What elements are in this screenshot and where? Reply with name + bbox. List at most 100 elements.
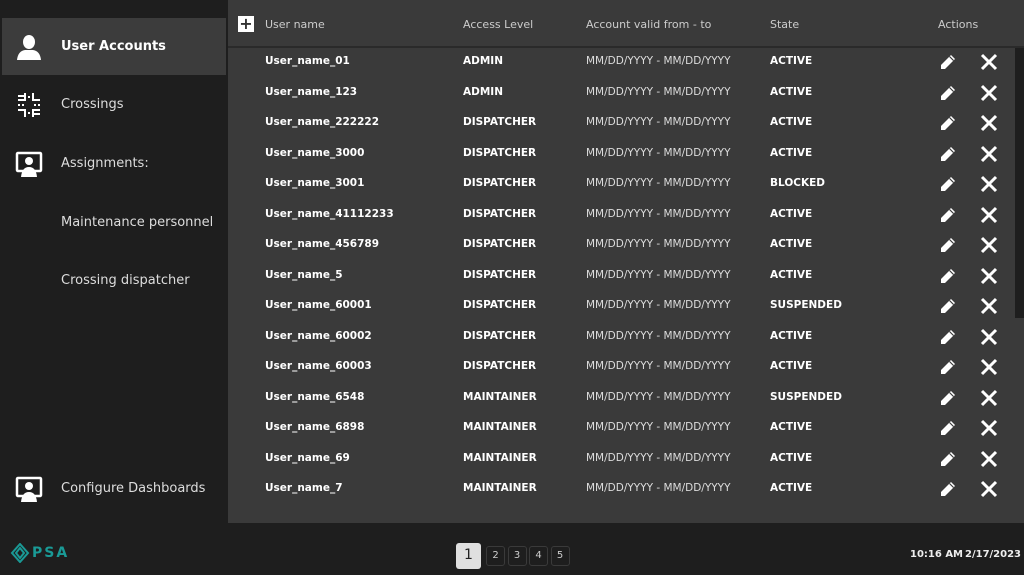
access-level-cell: DISPATCHER — [463, 268, 537, 281]
username-cell: User_name_41112233 — [265, 207, 394, 220]
edit-pencil-icon[interactable] — [938, 327, 958, 347]
sidebar-item-maintenance-personnel[interactable]: Maintenance personnel — [2, 194, 226, 251]
valid-range-cell: MM/DD/YYYY - MM/DD/YYYY — [586, 268, 731, 281]
valid-range-cell: MM/DD/YYYY - MM/DD/YYYY — [586, 390, 731, 403]
username-cell: User_name_3001 — [265, 177, 365, 189]
delete-x-icon[interactable] — [979, 174, 999, 194]
sidebar-item-assignments: Assignments: — [2, 135, 226, 192]
sidebar-item-crossings[interactable]: Crossings — [2, 76, 226, 133]
state-cell: BLOCKED — [770, 177, 825, 189]
state-cell: ACTIVE — [770, 146, 813, 159]
delete-x-icon[interactable] — [979, 449, 999, 469]
edit-pencil-icon[interactable] — [938, 388, 958, 408]
edit-pencil-icon[interactable] — [938, 296, 958, 316]
valid-range-cell: MM/DD/YYYY - MM/DD/YYYY — [586, 55, 731, 67]
sidebar-item-user-accounts[interactable]: User Accounts — [2, 18, 226, 75]
delete-x-icon[interactable] — [979, 235, 999, 255]
table-row[interactable]: User_name_5 DISPATCHER MM/DD/YYYY - MM/D… — [228, 261, 1015, 291]
psa-logo: PSA — [10, 543, 69, 563]
delete-x-icon[interactable] — [979, 479, 999, 499]
table-row[interactable]: User_name_3001 DISPATCHER MM/DD/YYYY - M… — [228, 169, 1015, 199]
clock-date: 2/17/2023 — [965, 549, 1022, 560]
username-cell: User_name_60001 — [265, 299, 372, 311]
edit-pencil-icon[interactable] — [938, 83, 958, 103]
table-row[interactable]: User_name_60002 DISPATCHER MM/DD/YYYY - … — [228, 322, 1015, 352]
delete-x-icon[interactable] — [979, 327, 999, 347]
logo-text: PSA — [32, 545, 70, 561]
state-cell: SUSPENDED — [770, 390, 842, 403]
edit-pencil-icon[interactable] — [938, 205, 958, 225]
delete-x-icon[interactable] — [979, 83, 999, 103]
table-row[interactable]: User_name_6548 MAINTAINER MM/DD/YYYY - M… — [228, 383, 1015, 413]
table-row[interactable]: User_name_60001 DISPATCHER MM/DD/YYYY - … — [228, 291, 1015, 321]
footer: PSA 12345 10:16 AM 2/17/2023 — [0, 523, 1024, 575]
state-cell: ACTIVE — [770, 329, 813, 342]
monitor-user-icon — [15, 476, 43, 502]
delete-x-icon[interactable] — [979, 144, 999, 164]
username-cell: User_name_3000 — [265, 146, 365, 159]
valid-range-cell: MM/DD/YYYY - MM/DD/YYYY — [586, 360, 731, 372]
edit-pencil-icon[interactable] — [938, 479, 958, 499]
page-4-button[interactable]: 4 — [529, 546, 548, 566]
delete-x-icon[interactable] — [979, 418, 999, 438]
table-row[interactable]: User_name_69 MAINTAINER MM/DD/YYYY - MM/… — [228, 444, 1015, 474]
username-cell: User_name_222222 — [265, 116, 380, 128]
edit-pencil-icon[interactable] — [938, 144, 958, 164]
table-header: + User name Access Level Account valid f… — [228, 0, 1024, 48]
delete-x-icon[interactable] — [979, 52, 999, 72]
delete-x-icon[interactable] — [979, 388, 999, 408]
table-row[interactable]: User_name_222222 DISPATCHER MM/DD/YYYY -… — [228, 108, 1015, 138]
sidebar: User Accounts Crossings Assignments: Mai… — [0, 0, 227, 523]
sidebar-item-label: Crossing dispatcher — [61, 273, 190, 288]
table-row[interactable]: User_name_3000 DISPATCHER MM/DD/YYYY - M… — [228, 139, 1015, 169]
delete-x-icon[interactable] — [979, 205, 999, 225]
username-cell: User_name_69 — [265, 451, 350, 464]
sidebar-item-label: Maintenance personnel — [61, 215, 214, 230]
edit-pencil-icon[interactable] — [938, 266, 958, 286]
column-header-state[interactable]: State — [770, 18, 799, 31]
valid-range-cell: MM/DD/YYYY - MM/DD/YYYY — [586, 238, 731, 250]
scrollbar[interactable] — [1015, 48, 1024, 318]
username-cell: User_name_123 — [265, 85, 358, 98]
crossing-icon — [18, 92, 40, 117]
table-row[interactable]: User_name_7 MAINTAINER MM/DD/YYYY - MM/D… — [228, 474, 1015, 504]
access-level-cell: DISPATCHER — [463, 207, 537, 220]
table-row[interactable]: User_name_456789 DISPATCHER MM/DD/YYYY -… — [228, 230, 1015, 260]
table-row[interactable]: User_name_60003 DISPATCHER MM/DD/YYYY - … — [228, 352, 1015, 382]
edit-pencil-icon[interactable] — [938, 357, 958, 377]
page-3-button[interactable]: 3 — [507, 546, 527, 566]
username-cell: User_name_7 — [265, 482, 343, 494]
edit-pencil-icon[interactable] — [938, 113, 958, 133]
sidebar-item-crossing-dispatcher[interactable]: Crossing dispatcher — [2, 252, 226, 309]
edit-pencil-icon[interactable] — [938, 174, 958, 194]
username-cell: User_name_6898 — [265, 421, 365, 433]
table-row[interactable]: User_name_01 ADMIN MM/DD/YYYY - MM/DD/YY… — [228, 47, 1015, 77]
delete-x-icon[interactable] — [979, 113, 999, 133]
access-level-cell: DISPATCHER — [463, 177, 537, 189]
state-cell: ACTIVE — [770, 268, 813, 281]
valid-range-cell: MM/DD/YYYY - MM/DD/YYYY — [586, 421, 731, 433]
column-header-access[interactable]: Access Level — [463, 18, 533, 31]
delete-x-icon[interactable] — [979, 266, 999, 286]
edit-pencil-icon[interactable] — [938, 235, 958, 255]
edit-pencil-icon[interactable] — [938, 449, 958, 469]
state-cell: ACTIVE — [770, 116, 813, 128]
add-user-button[interactable]: + — [238, 16, 254, 32]
table-row[interactable]: User_name_41112233 DISPATCHER MM/DD/YYYY… — [228, 200, 1015, 230]
table-row[interactable]: User_name_6898 MAINTAINER MM/DD/YYYY - M… — [228, 413, 1015, 443]
delete-x-icon[interactable] — [979, 357, 999, 377]
column-header-username[interactable]: User name — [265, 18, 325, 31]
page-1-button[interactable]: 1 — [456, 543, 481, 569]
page-2-button[interactable]: 2 — [486, 546, 505, 566]
username-cell: User_name_60002 — [265, 329, 372, 342]
edit-pencil-icon[interactable] — [938, 418, 958, 438]
user-accounts-table: + User name Access Level Account valid f… — [228, 0, 1024, 523]
column-header-valid[interactable]: Account valid from - to — [586, 18, 711, 31]
delete-x-icon[interactable] — [979, 296, 999, 316]
edit-pencil-icon[interactable] — [938, 52, 958, 72]
sidebar-item-configure-dashboards[interactable]: Configure Dashboards — [2, 460, 226, 517]
page-5-button[interactable]: 5 — [550, 546, 570, 566]
table-row[interactable]: User_name_123 ADMIN MM/DD/YYYY - MM/DD/Y… — [228, 78, 1015, 108]
valid-range-cell: MM/DD/YYYY - MM/DD/YYYY — [586, 299, 731, 311]
username-cell: User_name_01 — [265, 55, 350, 67]
